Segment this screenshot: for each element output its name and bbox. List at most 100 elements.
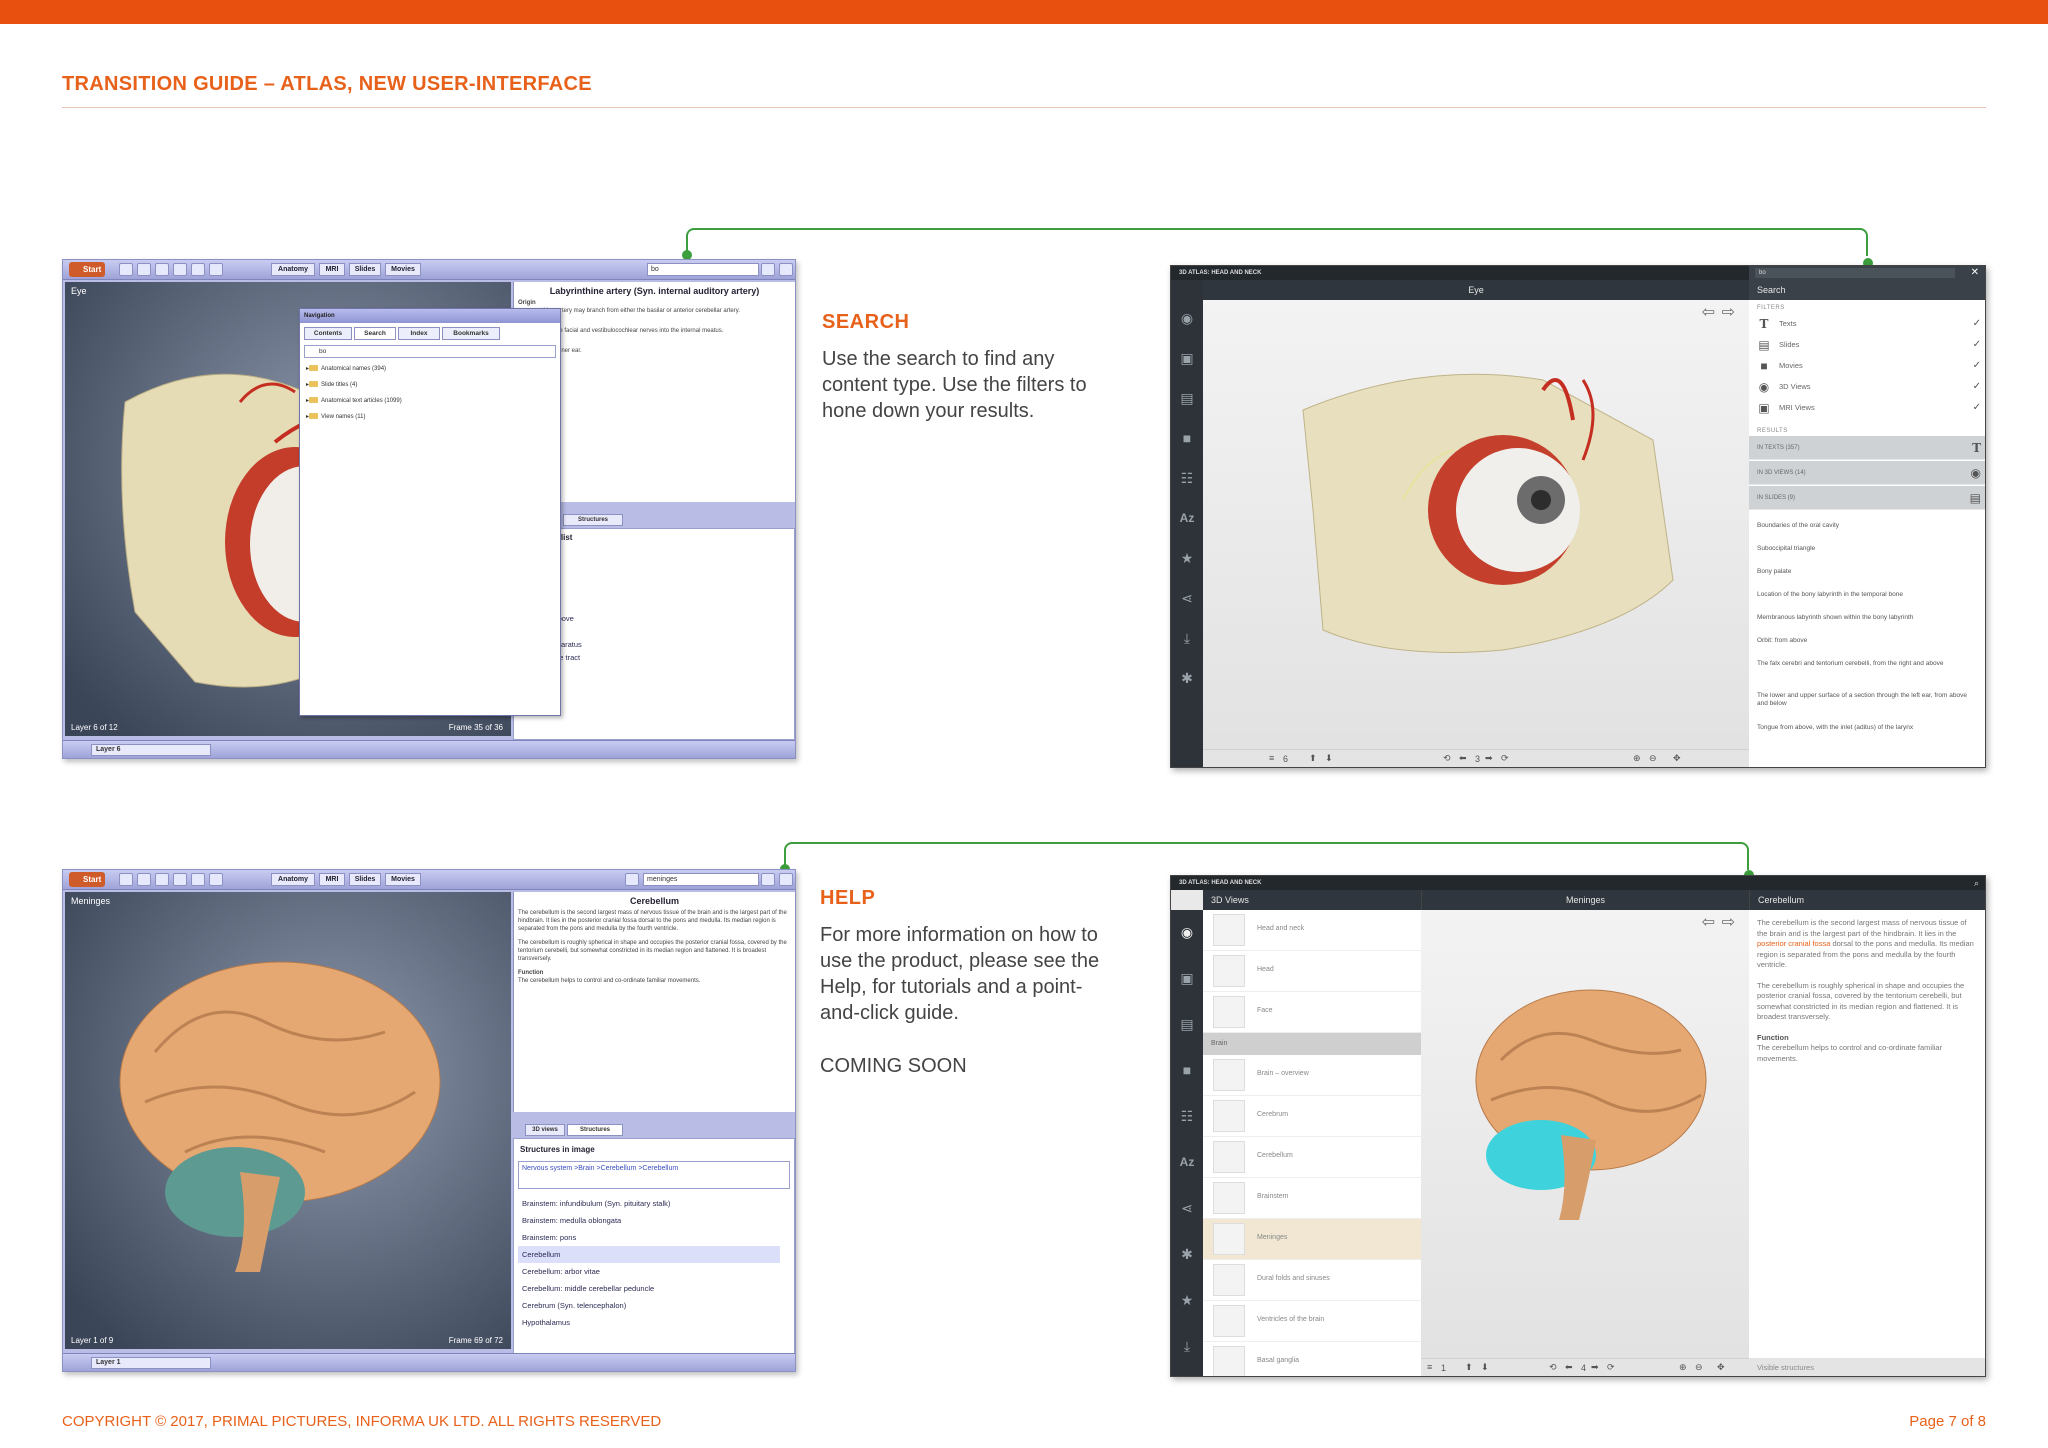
slides-icon[interactable]: ▤ <box>1179 1016 1195 1032</box>
view-item-selected[interactable]: Meninges <box>1203 1219 1421 1260</box>
start-button[interactable]: Start <box>69 872 105 887</box>
search-icon[interactable] <box>625 873 639 886</box>
view-item[interactable]: Head <box>1203 951 1421 992</box>
view-item[interactable]: Dural folds and sinuses <box>1203 1260 1421 1301</box>
nav-tab-search[interactable]: Search <box>354 327 396 340</box>
result-group-slides[interactable]: IN SLIDES (9) ▤ <box>1749 486 1985 510</box>
filter-slides[interactable]: ▤ Slides ✓ <box>1749 335 1985 355</box>
view-item[interactable]: Cerebrum <box>1203 1096 1421 1137</box>
pan-icon[interactable]: ✥ <box>1673 753 1681 764</box>
layer-select[interactable]: Layer 6 <box>91 744 211 756</box>
layer-select[interactable]: Layer 1 <box>91 1357 211 1369</box>
structure-item[interactable]: Brainstem: pons <box>518 1229 780 1246</box>
tree-icon[interactable]: ☷ <box>1179 1108 1195 1124</box>
zoom-out-icon[interactable]: ⊖ <box>1649 753 1657 764</box>
rotate-left-icon[interactable]: ⟲ <box>1549 1362 1557 1373</box>
start-button[interactable]: Start <box>69 262 105 277</box>
view-item[interactable]: Ventricles of the brain <box>1203 1301 1421 1342</box>
download-icon[interactable]: ⤓ <box>1179 630 1195 646</box>
back-icon[interactable] <box>119 263 133 276</box>
result-link[interactable]: Tongue from above, with the inlet (aditu… <box>1757 724 1979 732</box>
nav-result-item[interactable]: ▸ Anatomical names (394) <box>306 365 386 372</box>
view-item[interactable]: Face <box>1203 992 1421 1033</box>
result-group-3d-views[interactable]: IN 3D VIEWS (14) ◉ <box>1749 461 1985 485</box>
nav-search-input[interactable]: bo <box>304 345 556 358</box>
bookmark-icon[interactable] <box>209 873 223 886</box>
tab-mri[interactable]: MRI <box>319 263 345 276</box>
frame-prev-icon[interactable]: ⬅ <box>1565 1362 1573 1373</box>
tab-3d-views[interactable]: 3D views <box>525 1124 565 1136</box>
zoom-in-icon[interactable]: ⊕ <box>1633 753 1641 764</box>
help-icon[interactable] <box>779 263 793 276</box>
mri-icon[interactable]: ▣ <box>1179 970 1195 986</box>
layer-up-icon[interactable]: ⬆ <box>1465 1362 1473 1373</box>
settings-icon[interactable]: ✱ <box>1179 1246 1195 1262</box>
tab-anatomy[interactable]: Anatomy <box>271 263 315 276</box>
frame-next-icon[interactable]: ➡ <box>1485 753 1493 764</box>
structure-item[interactable]: Cerebellum: arbor vitae <box>518 1263 780 1280</box>
view-item[interactable]: Brain – overview <box>1203 1055 1421 1096</box>
print-icon[interactable] <box>191 873 205 886</box>
structure-item[interactable]: Cerebellum: middle cerebellar peduncle <box>518 1280 780 1297</box>
result-link[interactable]: Membranous labyrinth shown within the bo… <box>1757 614 1979 622</box>
nav-tab-contents[interactable]: Contents <box>304 327 352 340</box>
result-link[interactable]: Bony palate <box>1757 568 1979 576</box>
structure-item-selected[interactable]: Cerebellum <box>518 1246 780 1263</box>
close-icon[interactable]: ✕ <box>1971 266 1979 280</box>
structure-item[interactable]: Brainstem: medulla oblongata <box>518 1212 780 1229</box>
movies-icon[interactable]: ■ <box>1179 1062 1195 1078</box>
result-link[interactable]: The lower and upper surface of a section… <box>1757 692 1979 708</box>
forward-icon[interactable] <box>137 873 151 886</box>
share-icon[interactable]: ⋖ <box>1179 1200 1195 1216</box>
search-field[interactable]: bo <box>1755 268 1955 278</box>
result-link[interactable]: The falx cerebri and tentorium cerebelli… <box>1757 660 1979 668</box>
structure-item[interactable]: Cerebrum (Syn. telencephalon) <box>518 1297 780 1314</box>
rotate-left-icon[interactable]: ⟲ <box>1443 753 1451 764</box>
bookmark-icon[interactable] <box>209 263 223 276</box>
result-link[interactable]: Location of the bony labyrinth in the te… <box>1757 591 1979 599</box>
group-header-brain[interactable]: Brain <box>1203 1033 1421 1055</box>
star-icon[interactable]: ★ <box>1179 1292 1195 1308</box>
tab-slides[interactable]: Slides <box>349 873 381 886</box>
nav-tab-bookmarks[interactable]: Bookmarks <box>442 327 500 340</box>
share-icon[interactable]: ⋖ <box>1179 590 1195 606</box>
movies-icon[interactable]: ■ <box>1179 430 1195 446</box>
nav-result-item[interactable]: ▸ Anatomical text articles (1099) <box>306 397 402 404</box>
search-input[interactable]: bo <box>647 263 759 276</box>
nav-tab-index[interactable]: Index <box>398 327 440 340</box>
filter-movies[interactable]: ■ Movies ✓ <box>1749 356 1985 376</box>
result-link[interactable]: Boundaries of the oral cavity <box>1757 522 1979 530</box>
nav-result-item[interactable]: ▸ Slide titles (4) <box>306 381 357 388</box>
print-icon[interactable] <box>191 263 205 276</box>
folder-icon[interactable] <box>173 873 187 886</box>
visible-structures-bar[interactable]: Visible structures <box>1749 1358 1985 1376</box>
3d-viewport[interactable]: ⇦ ⇨ <box>1203 300 1749 749</box>
search-input[interactable]: meninges <box>643 873 759 886</box>
view-item[interactable]: Basal ganglia <box>1203 1342 1421 1376</box>
settings-icon[interactable] <box>761 873 775 886</box>
star-icon[interactable]: ★ <box>1179 550 1195 566</box>
rotate-right-icon[interactable]: ⟳ <box>1501 753 1509 764</box>
filter-mri-views[interactable]: ▣ MRI Views ✓ <box>1749 398 1985 418</box>
layers-icon[interactable]: ≡ <box>1269 753 1274 763</box>
help-icon[interactable] <box>779 873 793 886</box>
tab-structures[interactable]: Structures <box>567 1124 623 1136</box>
mri-icon[interactable]: ▣ <box>1179 350 1195 366</box>
view-item[interactable]: Cerebellum <box>1203 1137 1421 1178</box>
3d-views-icon[interactable]: ◉ <box>1179 924 1195 940</box>
view-item[interactable]: Brainstem <box>1203 1178 1421 1219</box>
slides-icon[interactable]: ▤ <box>1179 390 1195 406</box>
result-link[interactable]: Suboccipital triangle <box>1757 545 1979 553</box>
tab-mri[interactable]: MRI <box>319 873 345 886</box>
tab-anatomy[interactable]: Anatomy <box>271 873 315 886</box>
search-icon[interactable] <box>761 263 775 276</box>
pan-icon[interactable]: ✥ <box>1717 1362 1725 1373</box>
layer-down-icon[interactable]: ⬇ <box>1481 1362 1489 1373</box>
posterior-cranial-fossa-link[interactable]: posterior cranial fossa <box>1757 939 1830 948</box>
tab-movies[interactable]: Movies <box>385 873 421 886</box>
layer-down-icon[interactable]: ⬇ <box>1325 753 1333 764</box>
tree-icon[interactable]: ☷ <box>1179 470 1195 486</box>
forward-icon[interactable] <box>137 263 151 276</box>
layers-icon[interactable]: ≡ <box>1427 1362 1432 1372</box>
result-group-texts[interactable]: IN TEXTS (357) T <box>1749 436 1985 460</box>
